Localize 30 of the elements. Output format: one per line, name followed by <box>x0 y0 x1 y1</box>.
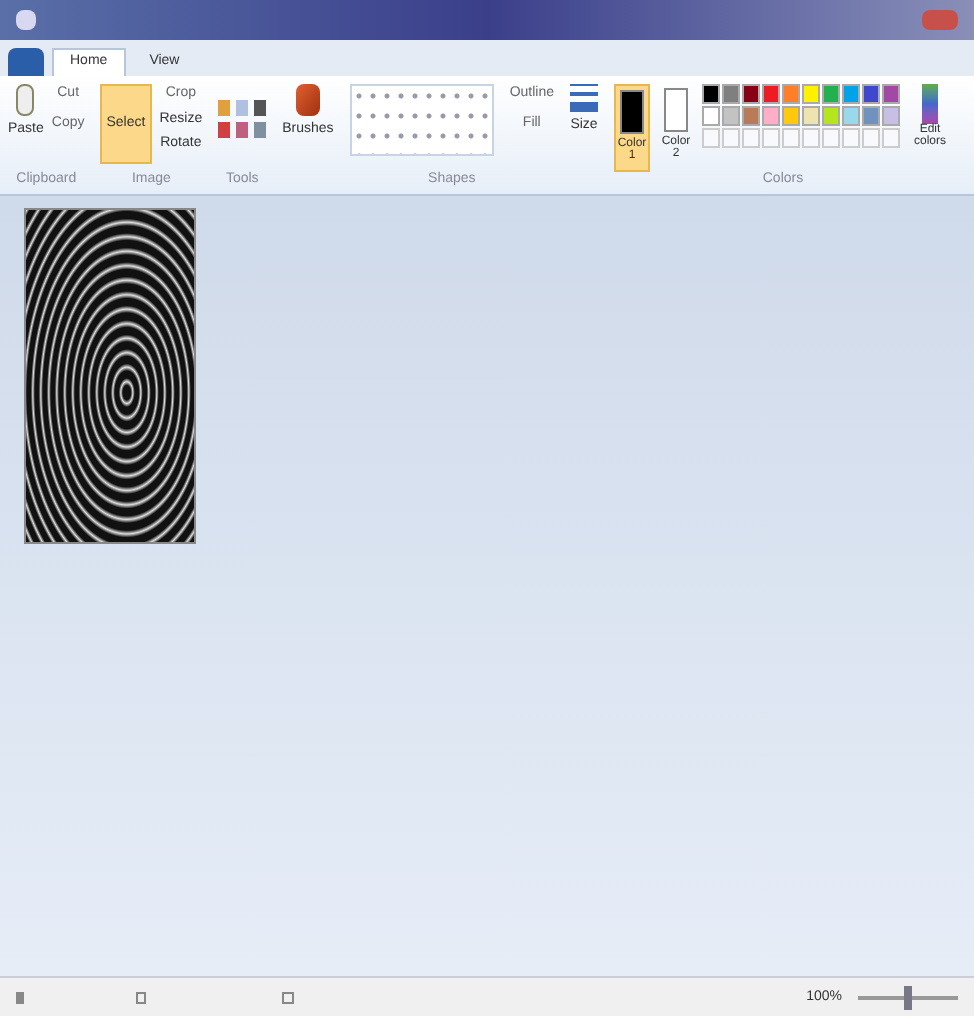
tools-drawing[interactable] <box>218 100 267 138</box>
app-icon <box>16 10 36 30</box>
palette-swatch[interactable] <box>862 84 880 104</box>
clipboard-icon <box>16 84 35 116</box>
palette-swatch[interactable] <box>782 106 800 126</box>
palette-swatch[interactable] <box>722 84 740 104</box>
palette-swatch[interactable] <box>802 84 820 104</box>
file-menu-button[interactable] <box>8 48 44 76</box>
palette-swatch[interactable] <box>822 106 840 126</box>
palette-swatch[interactable] <box>702 84 720 104</box>
brush-icon <box>295 84 320 116</box>
palette-swatch[interactable] <box>842 84 860 104</box>
line-width-icon <box>570 84 598 112</box>
palette-swatch[interactable] <box>822 84 840 104</box>
palette-swatch[interactable] <box>702 106 720 126</box>
close-icon <box>922 10 958 30</box>
palette-swatch[interactable] <box>762 106 780 126</box>
slider-thumb[interactable] <box>904 985 912 1009</box>
palette-swatch[interactable] <box>742 106 760 126</box>
palette-swatch[interactable] <box>802 106 820 126</box>
shapes-gallery[interactable] <box>349 84 494 156</box>
palette-swatch[interactable] <box>742 84 760 104</box>
palette-swatch[interactable] <box>762 84 780 104</box>
palette-swatch[interactable] <box>882 84 900 104</box>
color-palette-icon <box>922 84 938 124</box>
palette-swatch[interactable] <box>882 106 900 126</box>
palette-swatch[interactable] <box>722 106 740 126</box>
palette-swatch[interactable] <box>782 84 800 104</box>
palette-swatch[interactable] <box>842 106 860 126</box>
palette-swatch[interactable] <box>862 106 880 126</box>
